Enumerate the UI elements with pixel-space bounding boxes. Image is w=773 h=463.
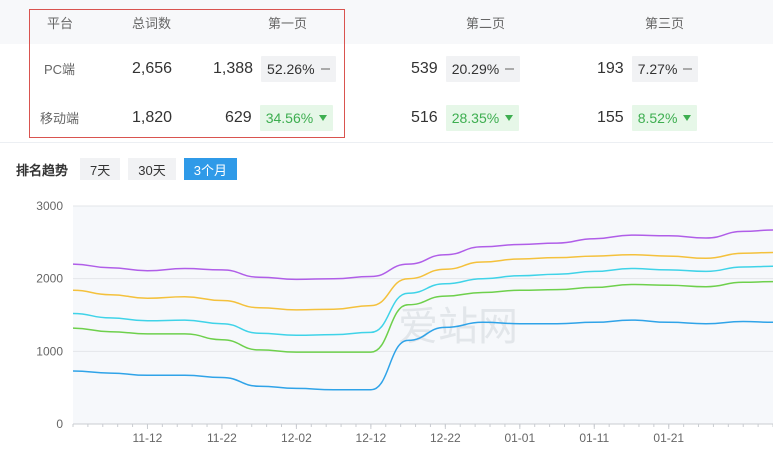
trend-label: 排名趋势 [16, 162, 69, 178]
page3-percent-badge: 7.27% [631, 55, 699, 82]
y-tick-label: 2000 [36, 272, 63, 286]
rank-trend-chart: 0 1000 2000 3000 爱站网 11-12 11-22 12-02 12-12 12-2… [36, 199, 773, 445]
flat-trend-icon [505, 67, 515, 70]
range-7d-button[interactable]: 7天 [80, 158, 121, 180]
x-tick-label: 11-22 [207, 431, 237, 445]
page3-percent-badge: 8.52% [631, 104, 698, 131]
x-tick-label: 01-01 [504, 431, 535, 445]
range-30d-button[interactable]: 30天 [128, 158, 176, 180]
page3-count: 155 [597, 108, 624, 126]
page2-count: 539 [411, 59, 438, 77]
page2-percent-badge: 28.35% [445, 104, 520, 131]
x-tick-label: 01-11 [579, 431, 609, 445]
x-tick-label: 11-12 [133, 431, 163, 445]
rank-summary-table: 平台 总词数 第一页 第二页 第三页 PC端 2,656 1,388 52.26… [0, 0, 773, 143]
down-arrow-icon [683, 114, 692, 121]
watermark-text: 爱站网 [398, 304, 518, 350]
x-tick-label: 12-22 [430, 431, 461, 445]
page2-percent-badge: 20.29% [445, 55, 521, 82]
page3-count: 193 [597, 59, 624, 77]
down-arrow-icon [505, 114, 514, 121]
header-page2: 第二页 [466, 15, 506, 31]
x-tick-label: 12-12 [356, 431, 387, 445]
page2-count: 516 [411, 108, 438, 126]
y-tick-label: 1000 [36, 344, 63, 358]
range-3m-button[interactable]: 3个月 [183, 158, 237, 180]
header-page3: 第三页 [645, 15, 685, 31]
highlight-box [29, 9, 345, 138]
y-tick-label: 3000 [36, 199, 63, 213]
y-tick-label: 0 [56, 417, 63, 431]
x-tick-label: 12-02 [281, 431, 312, 445]
x-tick-label: 01-21 [653, 431, 684, 445]
trend-toolbar: 排名趋势 7天 30天 3个月 [16, 158, 245, 180]
flat-trend-icon [683, 67, 693, 70]
